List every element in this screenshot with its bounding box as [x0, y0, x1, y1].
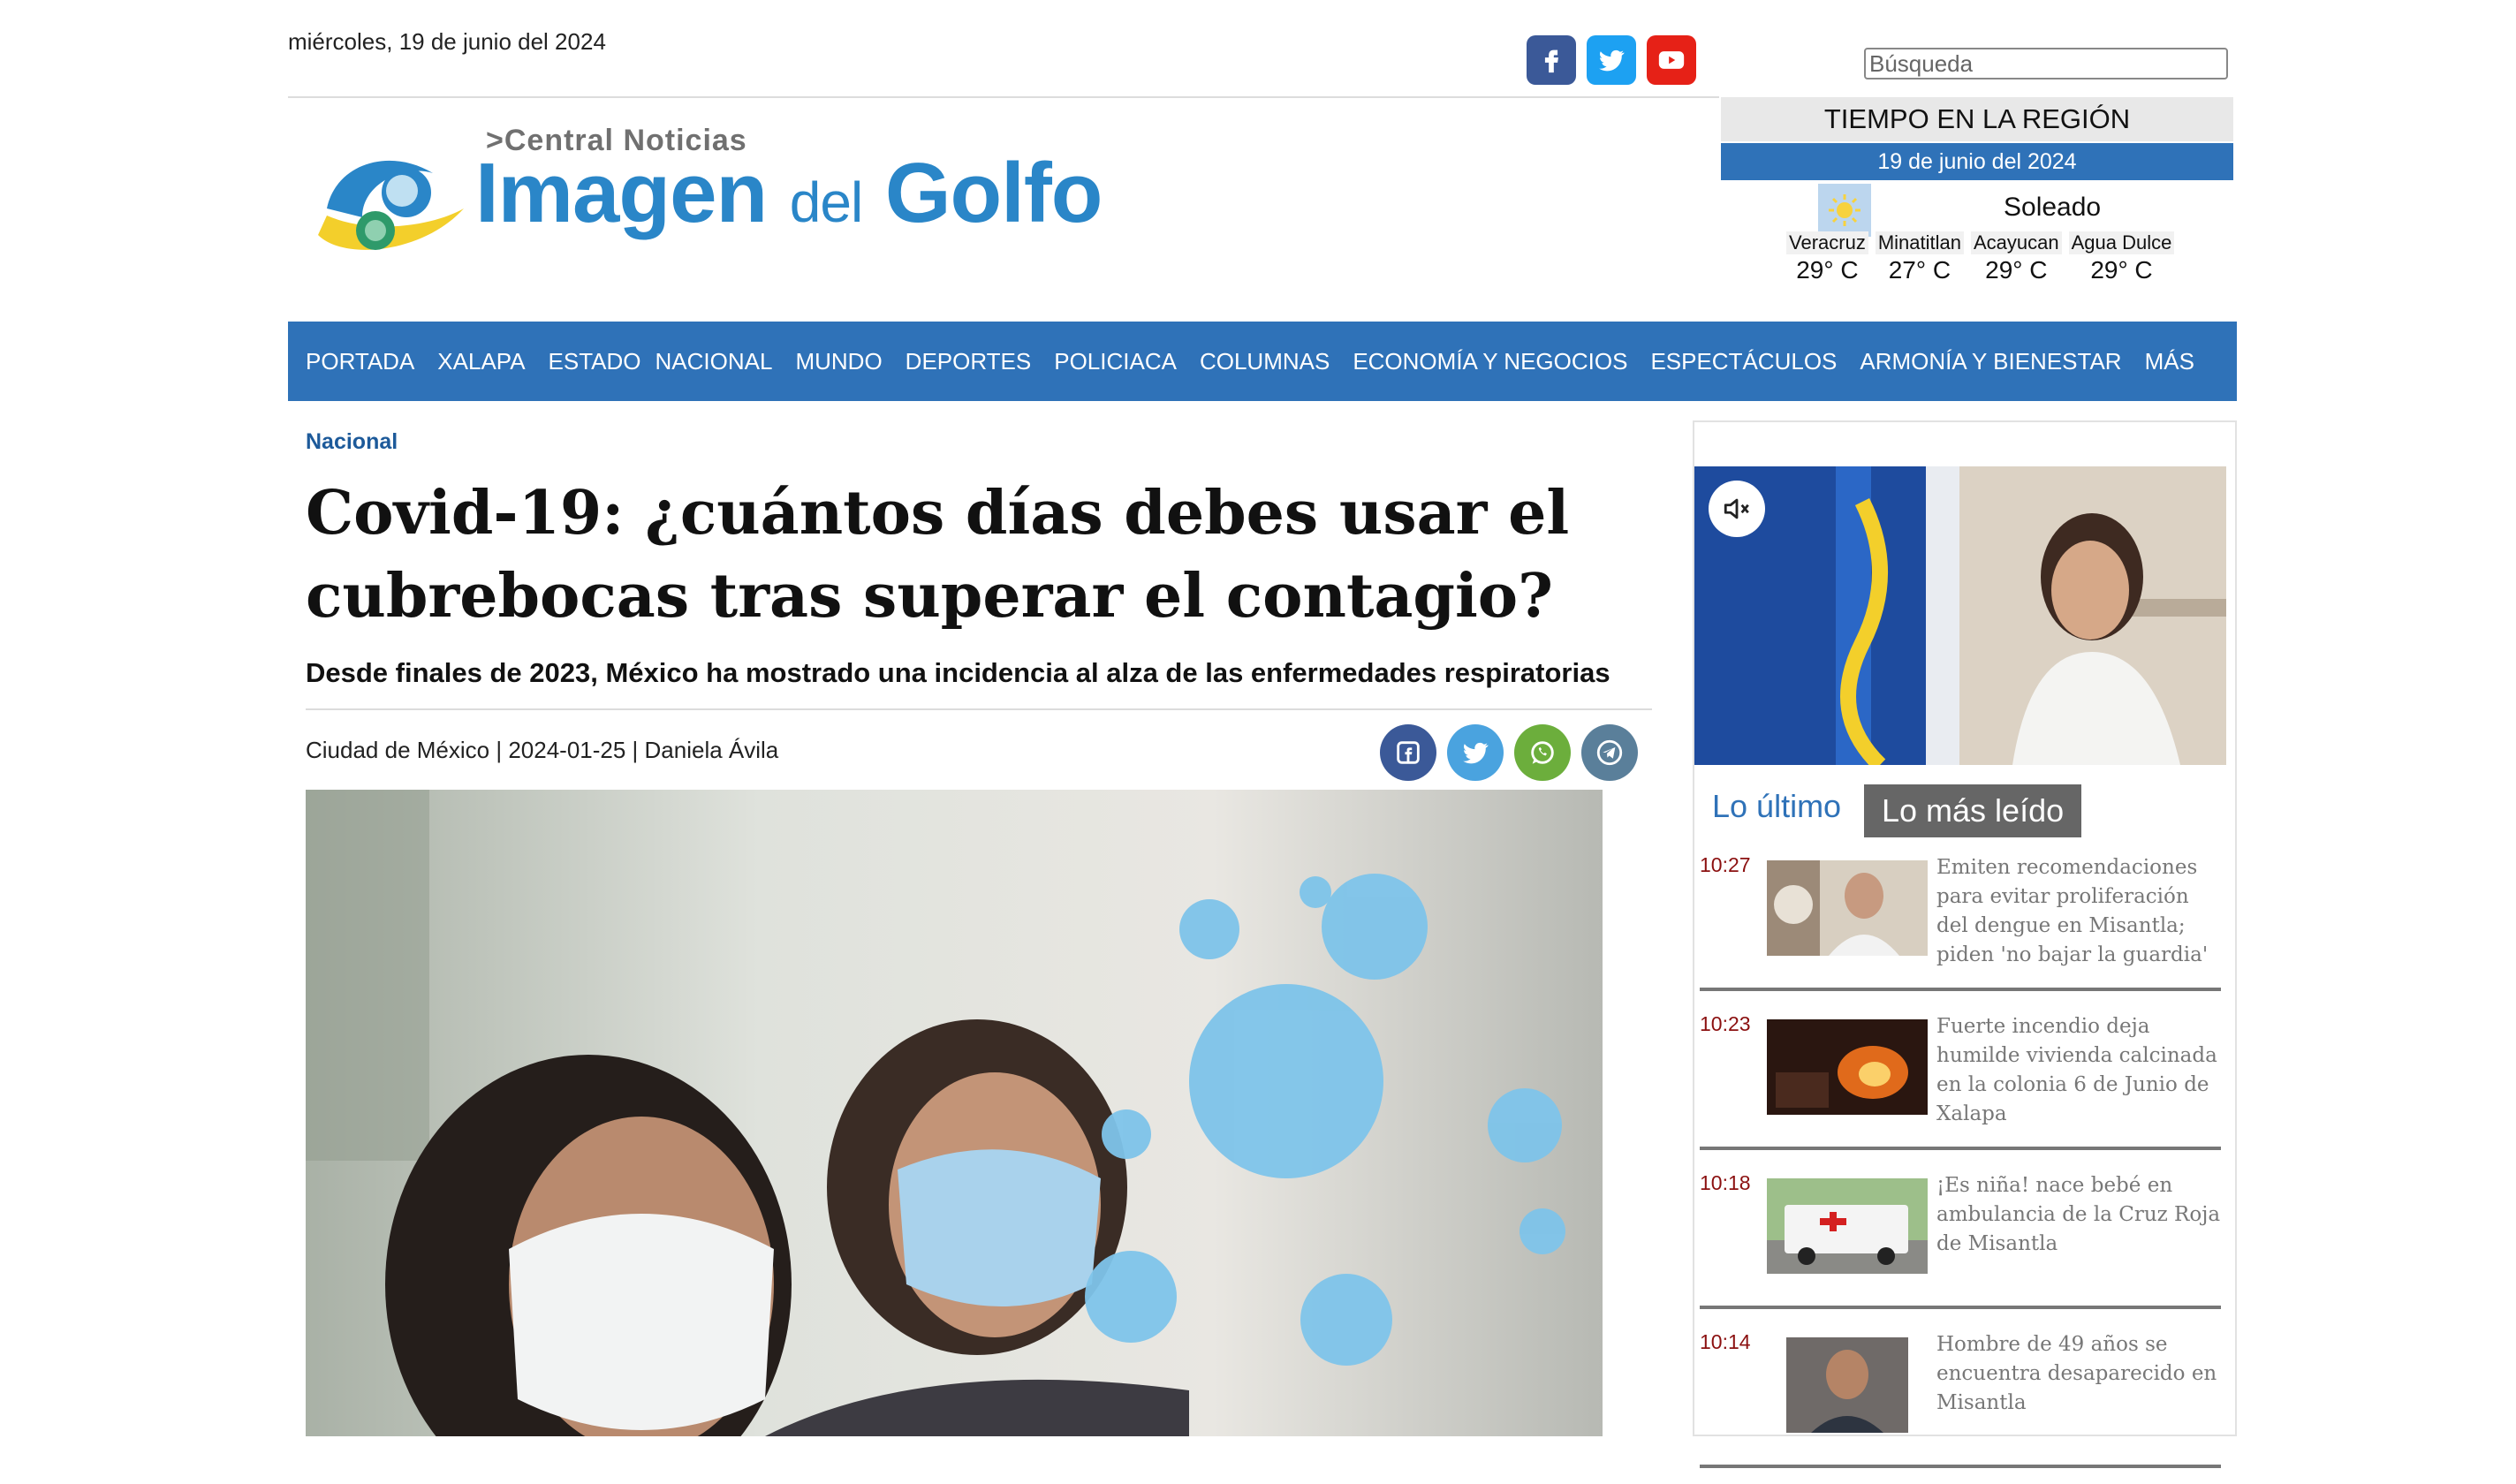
weather-city: Agua Dulce 29° C [2068, 231, 2175, 284]
nav-item-estado[interactable]: ESTADO [549, 348, 641, 375]
news-time: 10:23 [1700, 1012, 1751, 1035]
facebook-icon[interactable] [1527, 35, 1576, 85]
speaker-mute-icon [1724, 498, 1749, 519]
telegram-share-icon[interactable] [1581, 724, 1638, 781]
tab-most-read[interactable]: Lo más leído [1864, 784, 2082, 837]
list-item[interactable]: 10:18 ¡Es niña! nace bebé en ambulancia … [1700, 1166, 2221, 1309]
news-title: Fuerte incendio deja humilde vivienda ca… [1936, 1015, 2217, 1125]
video-player[interactable] [1694, 466, 2226, 765]
subtitle-divider [306, 708, 1652, 710]
news-time: 10:18 [1700, 1171, 1751, 1194]
article-title: Covid-19: ¿cuántos días debes usar el cu… [306, 478, 1570, 632]
nav-item-xalapa[interactable]: XALAPA [437, 348, 525, 375]
news-thumbnail [1767, 1178, 1928, 1274]
share-buttons [1380, 724, 1638, 781]
article-image [306, 790, 1603, 1436]
latest-news-list: 10:27 Emiten recomendaciones para evitar… [1700, 848, 2221, 1484]
twitter-icon[interactable] [1587, 35, 1636, 85]
nav-item-mundo[interactable]: MUNDO [795, 348, 882, 375]
nav-item-economia[interactable]: ECONOMÍA Y NEGOCIOS [1353, 348, 1627, 375]
current-date: miércoles, 19 de junio del 2024 [288, 28, 606, 55]
news-title: ¡Es niña! nace bebé en ambulancia de la … [1936, 1174, 2221, 1255]
mute-button[interactable] [1709, 481, 1765, 537]
list-item[interactable]: 10:27 Emiten recomendaciones para evitar… [1700, 848, 2221, 991]
facebook-share-icon[interactable] [1380, 724, 1436, 781]
social-links [1527, 35, 1696, 85]
twitter-share-icon[interactable] [1447, 724, 1504, 781]
logo-emblem-icon [318, 160, 464, 250]
header-divider [288, 96, 1719, 98]
weather-city: Veracruz 29° C [1786, 231, 1868, 284]
news-title: Emiten recomendaciones para evitar proli… [1936, 856, 2209, 966]
search-input[interactable] [1864, 48, 2228, 80]
nav-item-armonia[interactable]: ARMONÍA Y BIENESTAR [1860, 348, 2121, 375]
weather-widget: TIEMPO EN LA REGIÓN 19 de junio del 2024… [1721, 97, 2233, 299]
list-item[interactable]: 10:23 Fuerte incendio deja humilde vivie… [1700, 1007, 2221, 1150]
news-thumbnail [1767, 1019, 1928, 1115]
logo-wordmark: Imagen del Golfo [475, 146, 1103, 240]
nav-item-espectaculos[interactable]: ESPECTÁCULOS [1650, 348, 1837, 375]
article-subtitle: Desde finales de 2023, México ha mostrad… [306, 657, 1610, 688]
nav-item-nacional[interactable]: NACIONAL [656, 348, 773, 375]
weather-city: Minatitlan 27° C [1875, 231, 1964, 284]
news-thumbnail [1767, 860, 1928, 956]
tab-latest[interactable]: Lo último [1712, 788, 1841, 825]
weather-cities: Veracruz 29° C Minatitlan 27° C Acayucan 29… [1786, 231, 2175, 284]
site-logo[interactable]: >Central Noticias Imagen del Golfo [309, 111, 1175, 261]
nav-item-portada[interactable]: PORTADA [306, 348, 414, 375]
news-thumbnail [1767, 1337, 1928, 1433]
whatsapp-share-icon[interactable] [1514, 724, 1571, 781]
news-title: Hombre de 49 años se encuentra desaparec… [1936, 1333, 2217, 1414]
youtube-icon[interactable] [1647, 35, 1696, 85]
nav-item-deportes[interactable]: DEPORTES [906, 348, 1032, 375]
weather-title: TIEMPO EN LA REGIÓN [1721, 97, 2233, 141]
nav-item-columnas[interactable]: COLUMNAS [1200, 348, 1330, 375]
nav-item-mas[interactable]: MÁS [2145, 348, 2194, 375]
list-item[interactable]: 10:14 Hombre de 49 años se encuentra des… [1700, 1325, 2221, 1468]
weather-city: Acayucan 29° C [1970, 231, 2062, 284]
news-time: 10:14 [1700, 1330, 1751, 1353]
sun-icon [1818, 184, 1871, 237]
nav-item-policiaca[interactable]: POLICIACA [1054, 348, 1177, 375]
article-category[interactable]: Nacional [306, 429, 398, 455]
news-time: 10:27 [1700, 853, 1751, 876]
weather-condition: Soleado [2004, 193, 2102, 222]
weather-date: 19 de junio del 2024 [1721, 143, 2233, 180]
article-byline: Ciudad de México | 2024-01-25 | Daniela … [306, 737, 779, 763]
main-nav: PORTADA XALAPA ESTADO NACIONAL MUNDO DEP… [288, 322, 2237, 401]
